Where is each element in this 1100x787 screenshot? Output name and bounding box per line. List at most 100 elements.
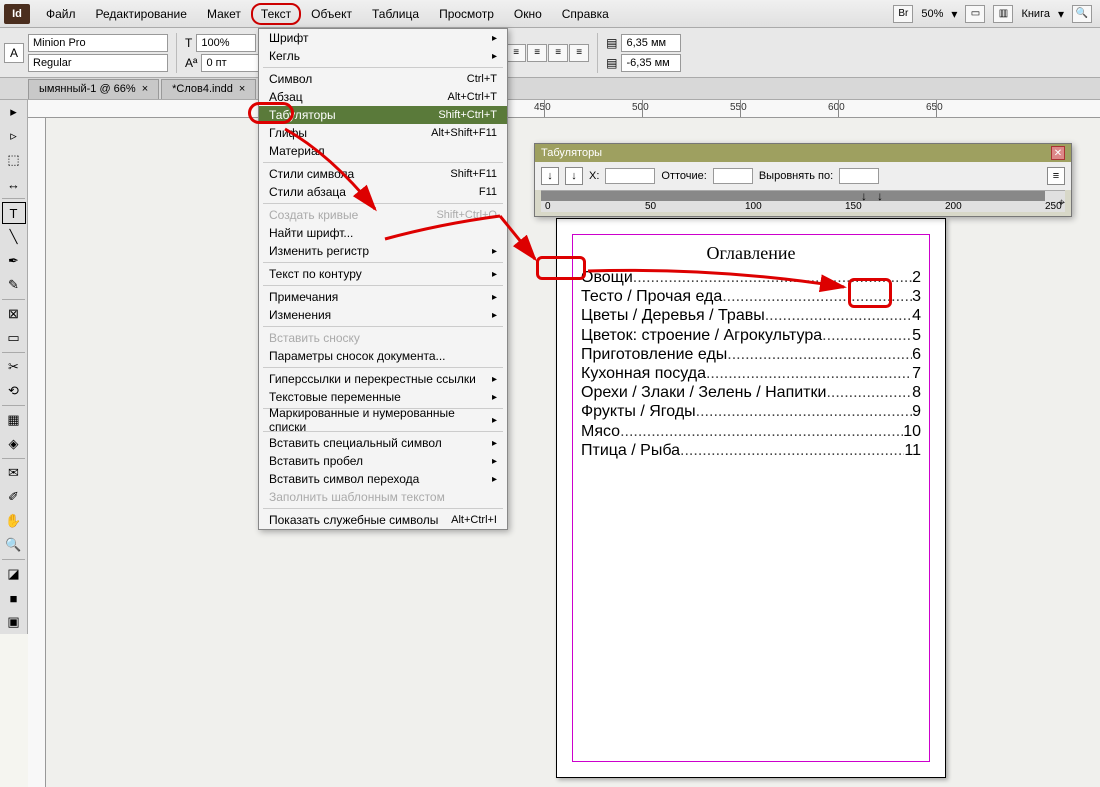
align-on-input[interactable] [839, 168, 879, 184]
x-input[interactable] [605, 168, 655, 184]
toc-row: Кухонная посуда.........................… [581, 364, 921, 383]
workspace-label[interactable]: Книга [1021, 8, 1050, 20]
leader-label: Отточие: [661, 170, 706, 182]
toc-row: Птица / Рыба............................… [581, 441, 921, 460]
menu-окно[interactable]: Окно [504, 3, 552, 25]
note-tool[interactable]: ✉ [2, 462, 26, 484]
text-frame[interactable]: Оглавление Овощи........................… [572, 234, 930, 762]
menu-item[interactable]: Показать служебные символыAlt+Ctrl+I [259, 511, 507, 529]
menu-item[interactable]: Кегль▸ [259, 47, 507, 65]
baseline-field[interactable]: 0 пт [201, 54, 261, 72]
document-tab[interactable]: ымянный-1 @ 66%× [28, 79, 159, 99]
offset-bottom-icon: ▤ [606, 56, 617, 70]
scale-h-icon: T [185, 36, 192, 50]
menu-item[interactable]: Маркированные и нумерованные списки▸ [259, 411, 507, 429]
pencil-tool[interactable]: ✎ [2, 274, 26, 296]
toc-title: Оглавление [581, 243, 921, 264]
document-tabs: ымянный-1 @ 66%×*Слов4.indd× [0, 78, 1100, 100]
offset-bottom-field[interactable]: -6,35 мм [621, 54, 681, 72]
menu-item[interactable]: Вставить символ перехода▸ [259, 470, 507, 488]
toc-row: Мясо....................................… [581, 422, 921, 441]
menu-item[interactable]: Изменения▸ [259, 306, 507, 324]
toc-row: Фрукты / Ягоды..........................… [581, 402, 921, 421]
pen-tool[interactable]: ✒ [2, 250, 26, 272]
tab-center-align-button[interactable]: ↓ [565, 167, 583, 185]
menu-item[interactable]: АбзацAlt+Ctrl+T [259, 88, 507, 106]
bridge-icon[interactable]: Br [893, 5, 913, 23]
font-family-field[interactable]: Minion Pro [28, 34, 168, 52]
document-tab[interactable]: *Слов4.indd× [161, 79, 256, 99]
tab-left-align-button[interactable]: ↓ [541, 167, 559, 185]
menu-item[interactable]: ГлифыAlt+Shift+F11 [259, 124, 507, 142]
tabs-panel-title[interactable]: Табуляторы ✕ [535, 144, 1071, 162]
horizontal-ruler: 350400450500550600650 [28, 100, 1100, 118]
tab-marker[interactable]: ↓ [877, 189, 883, 203]
menu-редактирование[interactable]: Редактирование [86, 3, 197, 25]
zoom-display[interactable]: 50% [921, 8, 943, 20]
close-icon[interactable]: × [239, 83, 245, 95]
document-page: Оглавление Овощи........................… [556, 218, 946, 778]
menu-макет[interactable]: Макет [197, 3, 251, 25]
rectangle-tool[interactable]: ▭ [2, 327, 26, 349]
menu-item[interactable]: Примечания▸ [259, 288, 507, 306]
menu-item[interactable]: Вставить специальный символ▸ [259, 434, 507, 452]
char-mode-icon[interactable]: A [4, 43, 24, 63]
menu-item[interactable]: Текстовые переменные▸ [259, 388, 507, 406]
screen-mode-icon[interactable]: ▭ [965, 5, 985, 23]
line-tool[interactable]: ╲ [2, 226, 26, 248]
gradient-tool[interactable]: ▦ [2, 409, 26, 431]
free-transform-tool[interactable]: ⟲ [2, 380, 26, 402]
menu-справка[interactable]: Справка [552, 3, 619, 25]
menu-item[interactable]: Текст по контуру▸ [259, 265, 507, 283]
tabs-panel-menu-icon[interactable]: ≡ [1047, 167, 1065, 185]
scissors-tool[interactable]: ✂ [2, 356, 26, 378]
menu-bar: Id ФайлРедактированиеМакетТекстОбъектТаб… [0, 0, 1100, 28]
toc-row: Цветок: строение / Агрокультура.........… [581, 326, 921, 345]
menu-item[interactable]: Изменить регистр▸ [259, 242, 507, 260]
menu-item[interactable]: Параметры сносок документа... [259, 347, 507, 365]
menu-item[interactable]: Стили символаShift+F11 [259, 165, 507, 183]
hand-tool[interactable]: ✋ [2, 510, 26, 532]
close-icon[interactable]: ✕ [1051, 146, 1065, 160]
menu-объект[interactable]: Объект [301, 3, 362, 25]
selection-tool[interactable]: ▸ [2, 101, 26, 123]
tabs-panel: Табуляторы ✕ ↓ ↓ X: Отточие: Выровнять п… [534, 143, 1072, 217]
menu-item[interactable]: СимволCtrl+T [259, 70, 507, 88]
zoom-tool[interactable]: 🔍 [2, 534, 26, 556]
menu-item[interactable]: Вставить пробел▸ [259, 452, 507, 470]
type-tool[interactable]: T [2, 202, 26, 224]
menu-таблица[interactable]: Таблица [362, 3, 429, 25]
menu-item: Заполнить шаблонным текстом [259, 488, 507, 506]
leader-input[interactable] [713, 168, 753, 184]
menu-item[interactable]: Шрифт▸ [259, 29, 507, 47]
align-buttons[interactable]: ≡≡≡≡ [506, 44, 589, 62]
apply-color[interactable]: ■ [2, 587, 26, 609]
menu-просмотр[interactable]: Просмотр [429, 3, 504, 25]
offset-top-field[interactable]: 6,35 мм [621, 34, 681, 52]
page-tool[interactable]: ⬚ [2, 149, 26, 171]
direct-selection-tool[interactable]: ▹ [2, 125, 26, 147]
tabs-ruler[interactable]: ↓ ↓ ⌖ 050100150200250 [541, 190, 1065, 212]
view-mode[interactable]: ▣ [2, 611, 26, 633]
gradient-feather-tool[interactable]: ◈ [2, 433, 26, 455]
menu-item[interactable]: Найти шрифт... [259, 224, 507, 242]
rectangle-frame-tool[interactable]: ⊠ [2, 303, 26, 325]
fill-stroke-swap[interactable]: ◪ [2, 563, 26, 585]
search-icon[interactable]: 🔍 [1072, 5, 1092, 23]
close-icon[interactable]: × [142, 83, 148, 95]
toc-row: Приготовление еды.......................… [581, 345, 921, 364]
arrange-icon[interactable]: ▥ [993, 5, 1013, 23]
menu-item[interactable]: ТабуляторыShift+Ctrl+T [259, 106, 507, 124]
menu-item[interactable]: Стили абзацаF11 [259, 183, 507, 201]
gap-tool[interactable]: ↔ [2, 173, 26, 195]
menu-item[interactable]: Материал [259, 142, 507, 160]
vertical-ruler [28, 118, 46, 787]
eyedropper-tool[interactable]: ✐ [2, 486, 26, 508]
scale-h-field[interactable]: 100% [196, 34, 256, 52]
menu-item[interactable]: Гиперссылки и перекрестные ссылки▸ [259, 370, 507, 388]
control-panel: A Minion Pro Regular T100% Aª0 пт T100% … [0, 28, 1100, 78]
canvas[interactable]: Оглавление Овощи........................… [46, 118, 1100, 787]
menu-файл[interactable]: Файл [36, 3, 86, 25]
menu-текст[interactable]: Текст [251, 3, 301, 25]
font-style-field[interactable]: Regular [28, 54, 168, 72]
